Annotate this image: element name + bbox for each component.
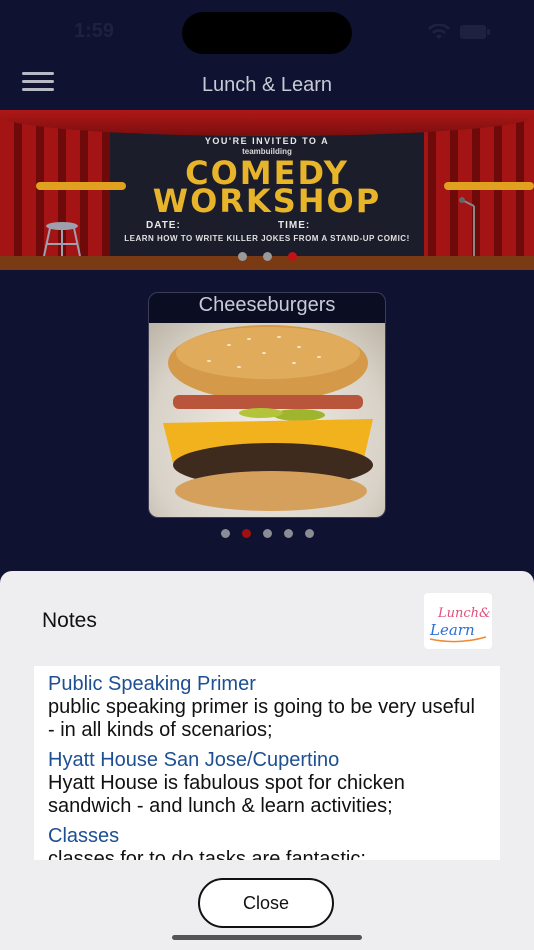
status-bar: 1:59 — [0, 0, 534, 62]
food-dot[interactable] — [283, 529, 293, 538]
battery-icon — [460, 25, 490, 39]
wifi-icon — [428, 24, 450, 40]
notes-list[interactable]: Public Speaking Primer public speaking p… — [34, 666, 500, 860]
banner-dot-active[interactable] — [287, 252, 297, 261]
banner-dot[interactable] — [262, 252, 272, 261]
microphone-icon — [459, 197, 484, 259]
food-dot-active[interactable] — [241, 529, 251, 538]
food-card-title: Cheeseburgers — [198, 294, 336, 316]
banner-invite-line: YOU'RE INVITED TO A — [204, 136, 330, 146]
cheeseburger-image — [149, 323, 385, 517]
banner-description: LEARN HOW TO WRITE KILLER JOKES FROM A S… — [124, 234, 410, 243]
note-item[interactable]: Classes classes for to do tasks are fant… — [48, 824, 486, 860]
banner-date-label: DATE: — [146, 220, 181, 231]
status-icons — [428, 24, 490, 40]
home-indicator[interactable] — [172, 935, 362, 940]
note-item[interactable]: Hyatt House San Jose/Cupertino Hyatt Hou… — [48, 748, 486, 818]
note-title[interactable]: Classes — [48, 824, 486, 848]
note-item[interactable]: Public Speaking Primer public speaking p… — [48, 672, 486, 742]
banner-title-line2: WORKSHOP — [152, 182, 382, 220]
food-page-indicator[interactable] — [0, 529, 534, 538]
banner-page-indicator[interactable] — [0, 252, 534, 261]
curtain-tie-right — [444, 182, 534, 190]
status-time: 1:59 — [74, 20, 115, 42]
lunch-learn-logo: Lunch& Learn — [424, 593, 492, 649]
note-body: classes for to do tasks are fantastic; — [48, 848, 366, 860]
food-card[interactable]: Cheeseburgers — [148, 292, 386, 518]
nav-bar: Lunch & Learn — [0, 62, 534, 108]
logo-text-line2: Learn — [429, 621, 475, 639]
food-dot[interactable] — [220, 529, 230, 538]
note-body: Hyatt House is fabulous spot for chicken… — [48, 772, 405, 817]
banner-time-label: TIME: — [278, 220, 311, 231]
logo-text-line1: Lunch& — [437, 606, 491, 621]
note-body: public speaking primer is going to be ve… — [48, 696, 475, 741]
note-title[interactable]: Hyatt House San Jose/Cupertino — [48, 748, 486, 772]
burger-illustration — [163, 325, 373, 511]
food-dot[interactable] — [262, 529, 272, 538]
banner-carousel[interactable]: YOU'RE INVITED TO A teambuilding COMEDY … — [0, 110, 534, 270]
stool-icon — [43, 222, 81, 256]
banner-dot[interactable] — [237, 252, 247, 261]
dynamic-island — [182, 12, 352, 54]
note-title[interactable]: Public Speaking Primer — [48, 672, 486, 696]
notes-sheet: Notes Lunch& Learn Public Speaking Prime… — [0, 571, 534, 950]
food-dot[interactable] — [304, 529, 314, 538]
close-button[interactable]: Close — [198, 878, 334, 928]
nav-title: Lunch & Learn — [201, 74, 333, 96]
sheet-title: Notes — [42, 609, 97, 632]
